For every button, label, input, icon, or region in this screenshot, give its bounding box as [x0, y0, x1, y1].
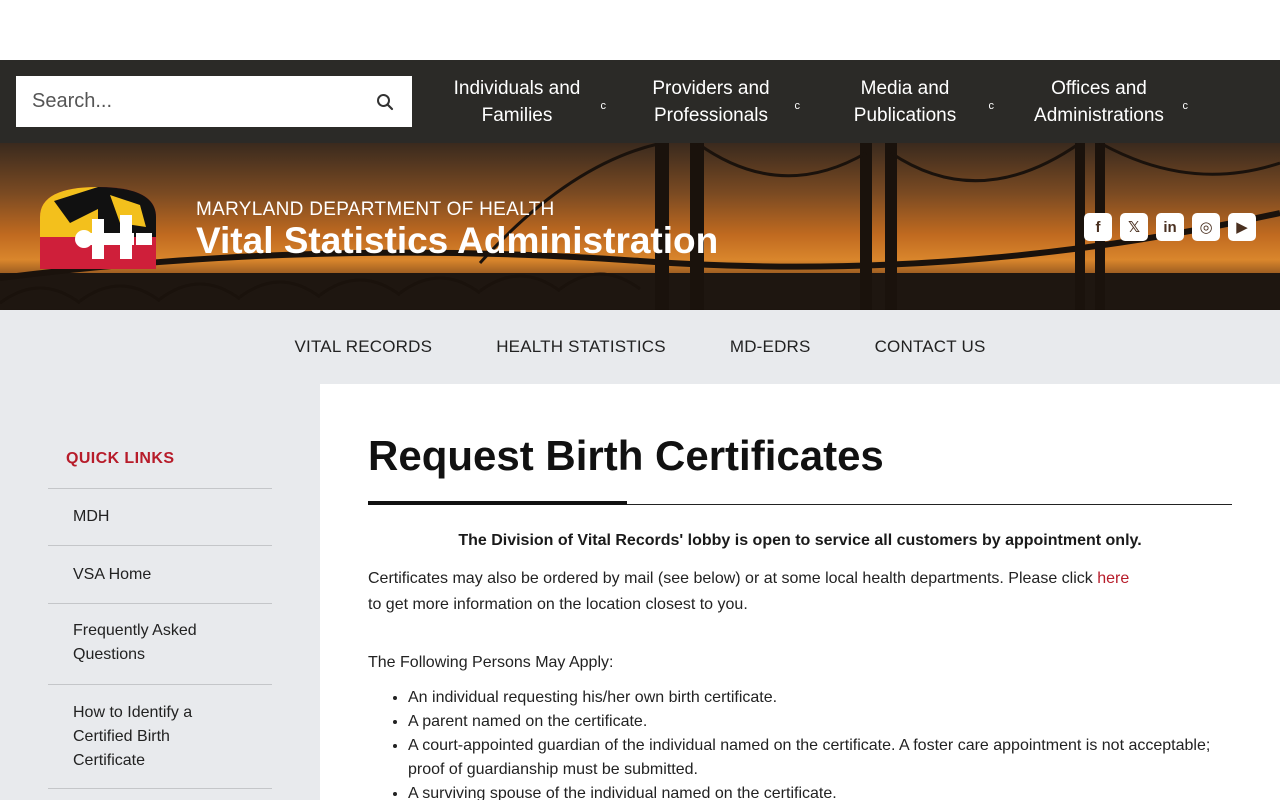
apply-heading: The Following Persons May Apply:	[368, 654, 614, 671]
util-nav-media[interactable]: Media and Publications c	[808, 60, 1002, 143]
linkedin-icon[interactable]: in	[1156, 213, 1184, 241]
search-box	[16, 76, 412, 127]
util-nav-label: Providers and Professionals	[652, 77, 770, 126]
facebook-icon[interactable]: f	[1084, 213, 1112, 241]
util-nav-providers[interactable]: Providers and Professionals c	[614, 60, 808, 143]
list-item: An individual requesting his/her own bir…	[408, 686, 1232, 710]
list-item: A court-appointed guardian of the indivi…	[408, 734, 1232, 782]
util-nav-label: Media and Publications	[853, 77, 957, 126]
lobby-notice: The Division of Vital Records' lobby is …	[458, 532, 1142, 549]
search-input[interactable]	[32, 90, 374, 113]
sidebar-item-identify-certificate[interactable]: How to Identify a Certified Birth Certif…	[48, 684, 272, 789]
chevron-down-icon: c	[1182, 100, 1189, 112]
sidebar-item-faq[interactable]: Frequently Asked Questions	[48, 603, 272, 684]
youtube-icon[interactable]: ▶	[1228, 213, 1256, 241]
instagram-icon[interactable]: ◎	[1192, 213, 1220, 241]
here-link[interactable]: here	[1097, 570, 1129, 587]
banner: MARYLAND DEPARTMENT OF HEALTH Vital Stat…	[0, 143, 1280, 310]
util-nav-individuals[interactable]: Individuals and Families c	[420, 60, 614, 143]
utility-bar: Individuals and Families c Providers and…	[0, 60, 1280, 143]
sidebar-item-label: Frequently Asked Questions	[73, 622, 197, 663]
social-links: f 𝕏 in ◎ ▶	[1084, 213, 1256, 241]
nav-health-statistics[interactable]: HEALTH STATISTICS	[496, 337, 666, 357]
sidebar-item-label: VSA Home	[73, 566, 152, 583]
nav-contact-us[interactable]: CONTACT US	[875, 337, 986, 357]
top-spacer	[0, 0, 1280, 60]
main-nav: VITAL RECORDS HEALTH STATISTICS MD-EDRS …	[0, 310, 1280, 384]
sidebar-item-mdh[interactable]: MDH	[48, 488, 272, 545]
sidebar-item-label: MDH	[73, 508, 110, 525]
nav-vital-records[interactable]: VITAL RECORDS	[295, 337, 433, 357]
main-content: Request Birth Certificates The Division …	[320, 384, 1280, 800]
paragraph-text: Certificates may also be ordered by mail…	[368, 570, 1098, 587]
search-icon[interactable]	[374, 91, 396, 113]
sidebar-item-label: How to Identify a Certified Birth Certif…	[73, 704, 193, 769]
utility-nav: Individuals and Families c Providers and…	[420, 60, 1196, 143]
util-nav-offices[interactable]: Offices and Administrations c	[1002, 60, 1196, 143]
sidebar: QUICK LINKS MDH VSA Home Frequently Aske…	[0, 384, 320, 800]
util-nav-label: Individuals and Families	[453, 77, 581, 126]
chevron-down-icon: c	[988, 100, 995, 112]
quick-links-list: MDH VSA Home Frequently Asked Questions …	[48, 488, 272, 789]
chevron-down-icon: c	[600, 100, 607, 112]
nav-md-edrs[interactable]: MD-EDRS	[730, 337, 811, 357]
list-item: A surviving spouse of the individual nam…	[408, 782, 1232, 800]
sidebar-item-vsa-home[interactable]: VSA Home	[48, 545, 272, 603]
agency-name[interactable]: Vital Statistics Administration	[196, 221, 718, 261]
page-title: Request Birth Certificates	[368, 432, 884, 479]
ordering-paragraph: Certificates may also be ordered by mail…	[368, 566, 1232, 618]
chevron-down-icon: c	[794, 100, 801, 112]
quick-links-title: QUICK LINKS	[66, 450, 175, 467]
list-item: A parent named on the certificate.	[408, 710, 1232, 734]
x-icon[interactable]: 𝕏	[1120, 213, 1148, 241]
title-divider-accent	[368, 501, 627, 505]
util-nav-label: Offices and Administrations	[1034, 77, 1164, 126]
department-name: MARYLAND DEPARTMENT OF HEALTH	[196, 199, 555, 220]
eligibility-list: An individual requesting his/her own bir…	[408, 686, 1232, 800]
paragraph-text: to get more information on the location …	[368, 596, 748, 613]
agency-title-block: MARYLAND DEPARTMENT OF HEALTH Vital Stat…	[196, 199, 718, 261]
maryland-flag-logo	[40, 187, 156, 269]
